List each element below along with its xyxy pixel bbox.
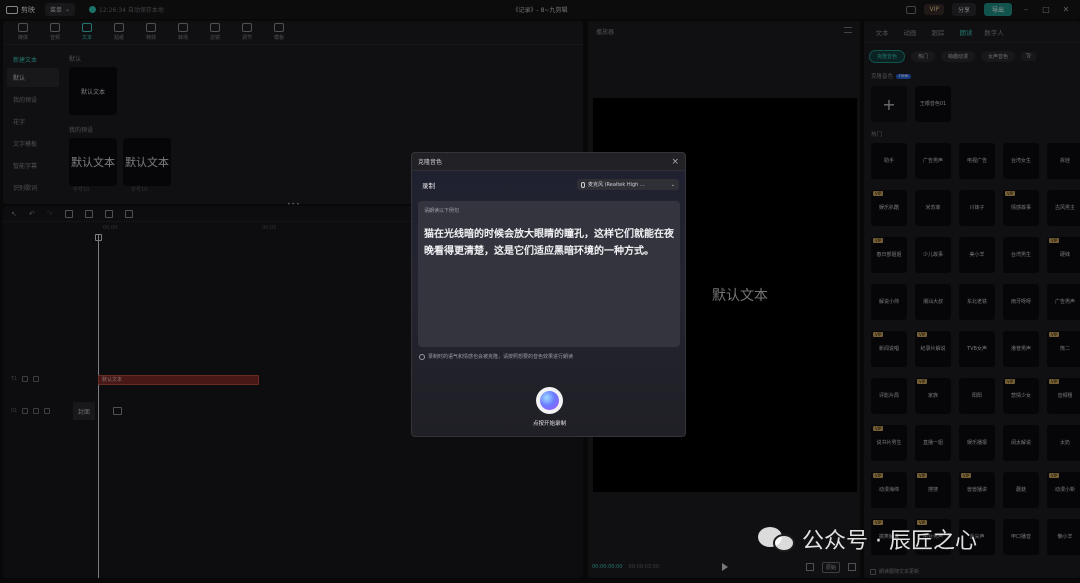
microphone-select[interactable]: 麦克风 (Realtek High ... ⌄ (577, 179, 679, 190)
script-hint: 请朗读以下例句 (424, 208, 460, 214)
chevron-down-icon: ⌄ (670, 181, 675, 188)
microphone-icon (581, 181, 585, 188)
start-record-button[interactable] (536, 387, 563, 414)
record-orb-icon (540, 391, 559, 410)
wechat-icon (758, 524, 796, 554)
record-caption: 点按开始录制 (532, 421, 566, 427)
record-label: 录制 (422, 181, 435, 190)
script-text: 猫在光线暗的时候会放大眼睛的瞳孔，这样它们就能在夜晚看得更清楚，这是它们适应黑暗… (424, 229, 674, 257)
close-icon[interactable]: × (671, 157, 679, 167)
clone-voice-dialog: 克隆音色 × 录制 麦克风 (Realtek High ... ⌄ 请朗读以下例… (411, 152, 686, 437)
record-info: 录制时的语气和情感也会被克隆，请按照想要的音色效果进行朗读 (419, 353, 573, 360)
dialog-title: 克隆音色 (418, 159, 443, 166)
script-box: 请朗读以下例句 猫在光线暗的时候会放大眼睛的瞳孔，这样它们就能在夜晚看得更清楚，… (418, 201, 680, 347)
watermark-text: 公众号 · 辰匠之心 (802, 529, 977, 554)
app-window: 剪映 菜单 ⌄ 12:26:34 自动保存本地 《记录》- 8~九剪辑 VIP 分… (0, 0, 1080, 583)
watermark: 公众号 · 辰匠之心 (758, 523, 977, 555)
info-icon (419, 353, 425, 360)
